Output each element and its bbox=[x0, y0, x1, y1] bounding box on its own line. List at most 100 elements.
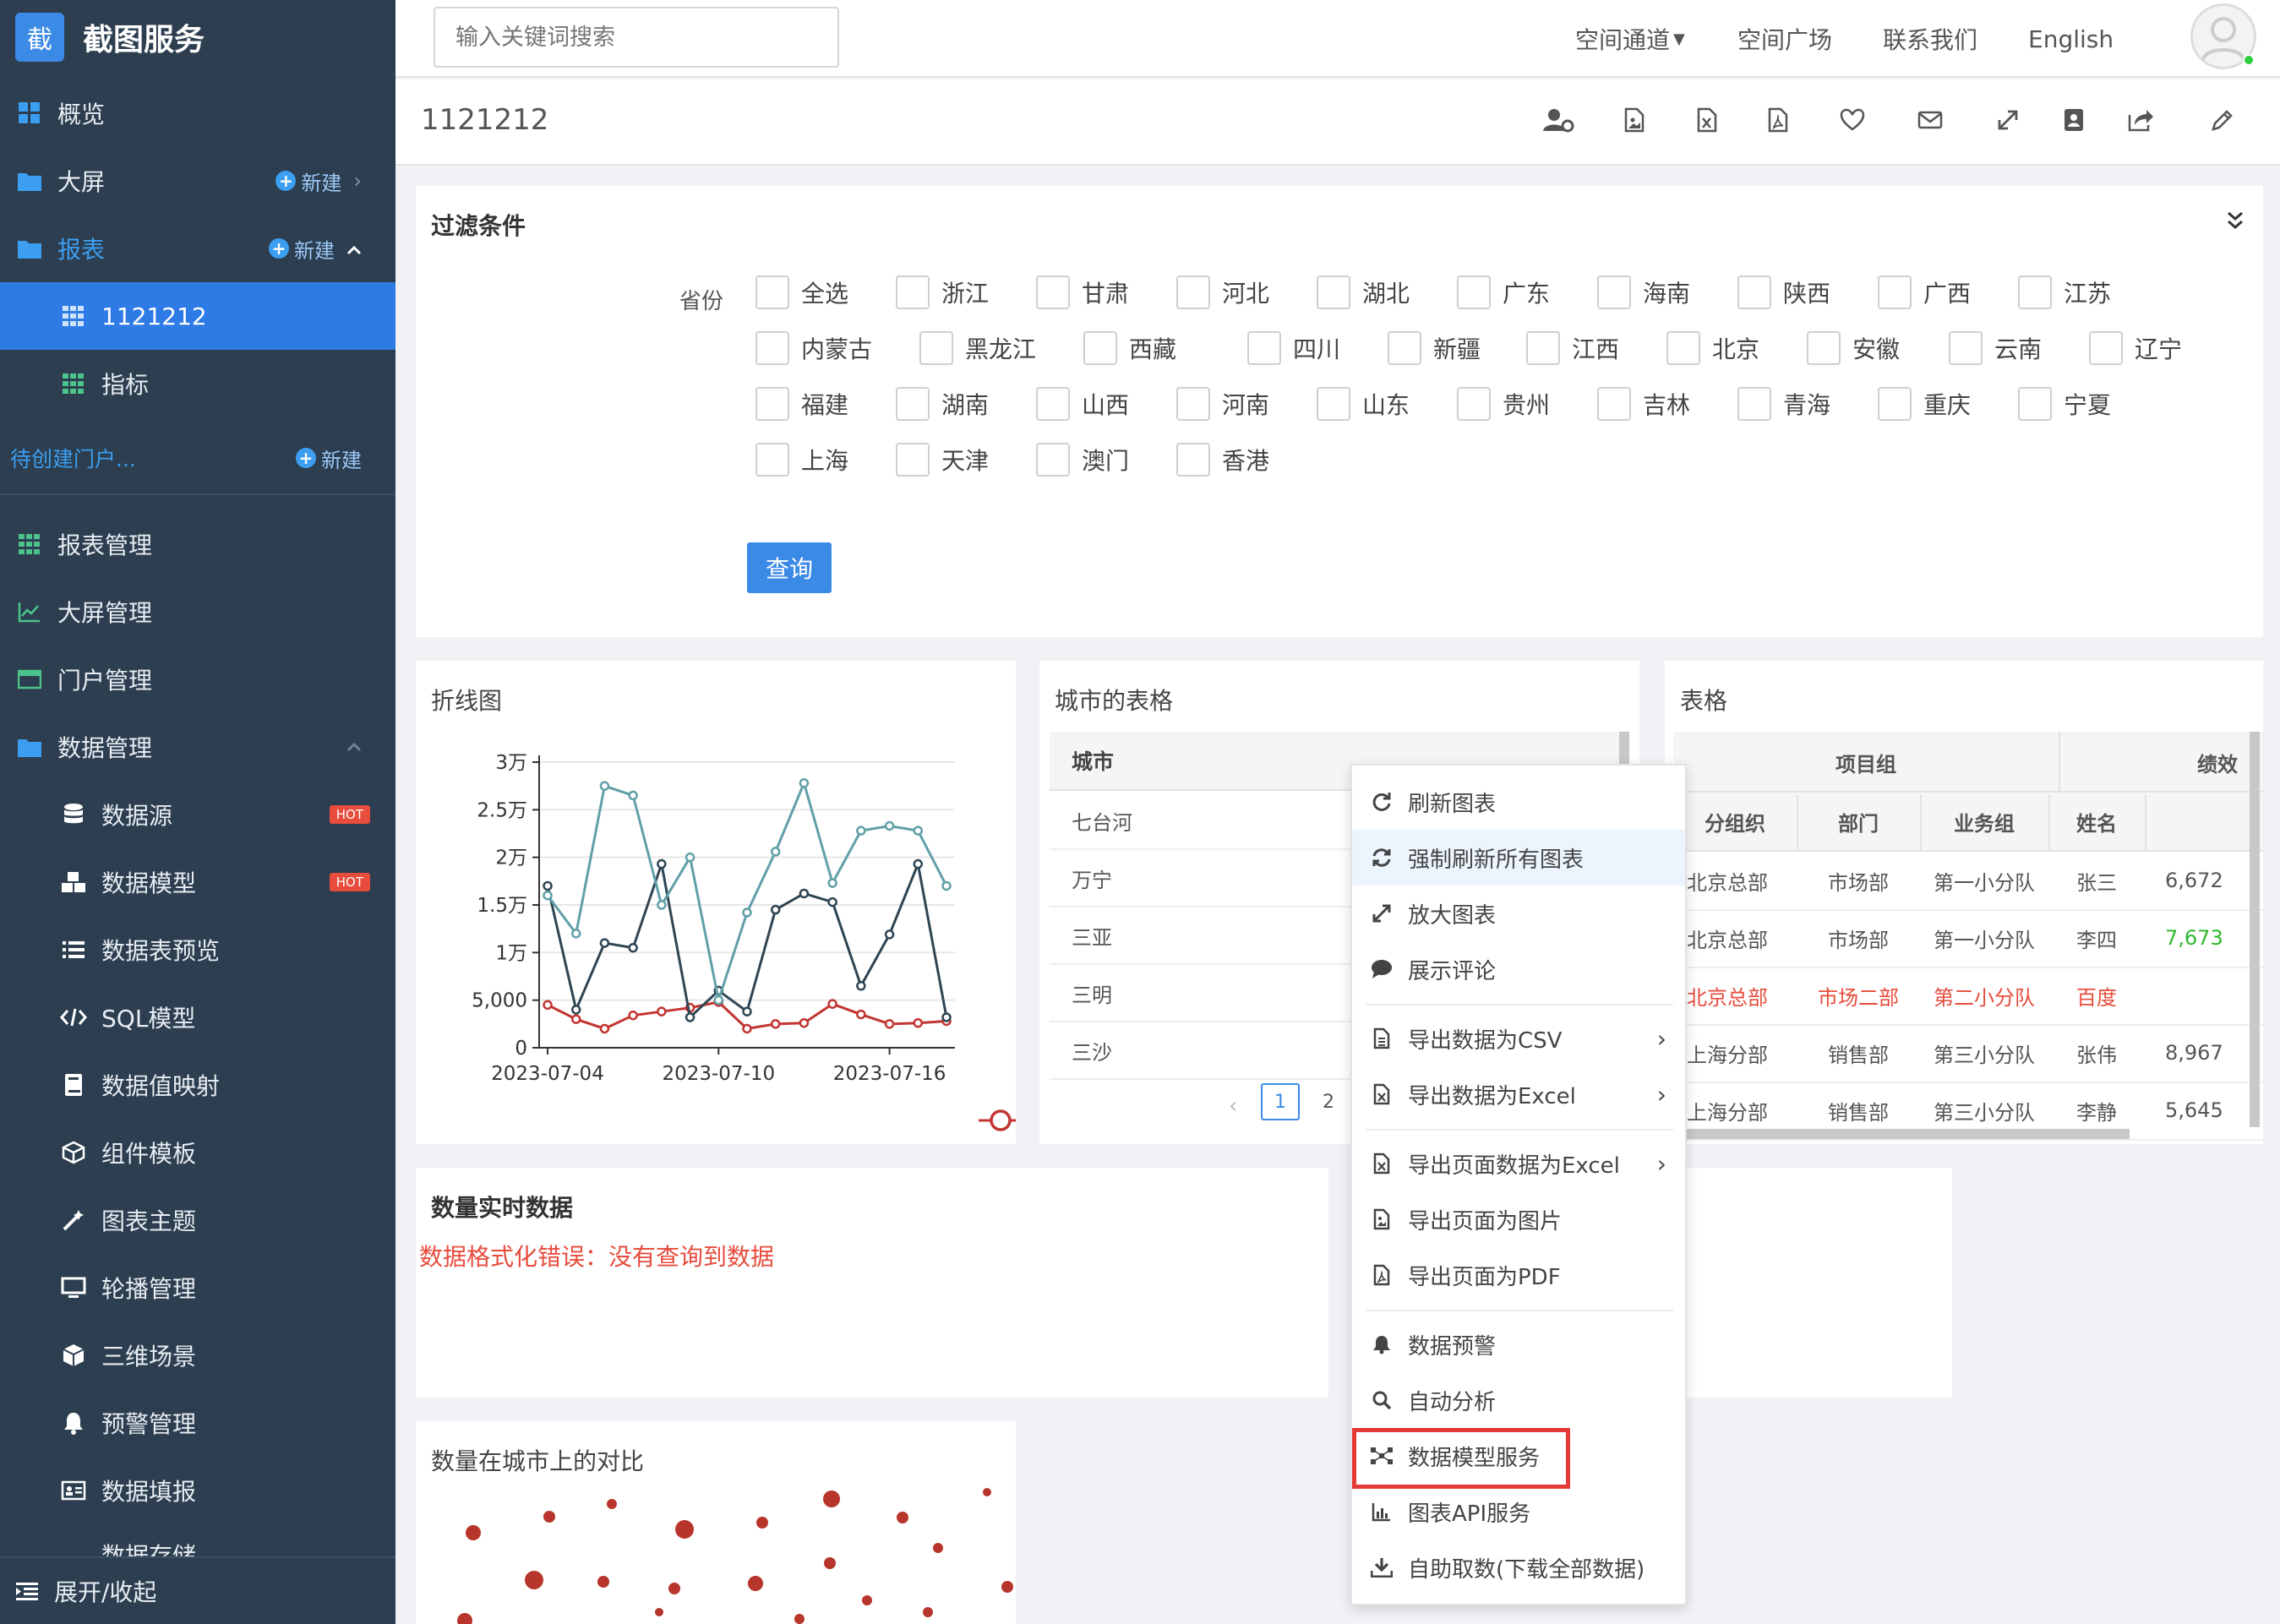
checkbox-box[interactable] bbox=[1176, 275, 1210, 309]
sidebar-toggle[interactable]: 展开/收起 bbox=[0, 1556, 395, 1624]
expand-icon[interactable] bbox=[1991, 103, 2025, 137]
sidebar-item-report[interactable]: 报表 + 新建 bbox=[0, 215, 395, 282]
new-bigscreen-button[interactable]: + 新建 › bbox=[275, 166, 362, 196]
logo[interactable]: 截 截图服务 bbox=[15, 12, 205, 63]
province-checkbox[interactable]: 香港 bbox=[1176, 443, 1269, 477]
checkbox-box[interactable] bbox=[755, 331, 789, 365]
sidebar-item-bigscreen[interactable]: 大屏 + 新建 › bbox=[0, 147, 395, 215]
menu-self-service-download[interactable]: 自助取数(下载全部数据) bbox=[1352, 1540, 1685, 1595]
checkbox-box[interactable] bbox=[919, 331, 953, 365]
province-checkbox[interactable]: 江西 bbox=[1526, 331, 1619, 365]
sidebar-item-component-template[interactable]: 组件模板 bbox=[0, 1119, 395, 1186]
sidebar-item-table-preview[interactable]: 数据表预览 bbox=[0, 916, 395, 984]
sidebar-item-datasource[interactable]: 数据源 HOT bbox=[0, 781, 395, 848]
checkbox-box[interactable] bbox=[1317, 387, 1350, 421]
sidebar-item-data-fill[interactable]: 数据填报 bbox=[0, 1457, 395, 1524]
checkbox-box[interactable] bbox=[896, 443, 930, 477]
menu-enlarge-chart[interactable]: 放大图表 bbox=[1352, 886, 1685, 941]
column-header[interactable]: 部门 bbox=[1797, 793, 1920, 850]
checkbox-box[interactable] bbox=[1737, 387, 1771, 421]
checkbox-box[interactable] bbox=[1388, 331, 1421, 365]
checkbox-box[interactable] bbox=[1176, 443, 1210, 477]
chevron-up-icon[interactable] bbox=[346, 742, 362, 752]
province-checkbox[interactable]: 海南 bbox=[1597, 275, 1690, 309]
province-checkbox[interactable]: 四川 bbox=[1247, 331, 1340, 365]
sidebar-item-3d-scene[interactable]: 三维场景 bbox=[0, 1322, 395, 1389]
menu-show-comments[interactable]: 展示评论 bbox=[1352, 941, 1685, 997]
sidebar-item-portal-pending[interactable]: 待创建门户... + 新建 bbox=[0, 424, 395, 492]
checkbox-box[interactable] bbox=[1526, 331, 1560, 365]
province-checkbox[interactable]: 新疆 bbox=[1388, 331, 1481, 365]
province-checkbox[interactable]: 吉林 bbox=[1597, 387, 1690, 421]
nav-space-square[interactable]: 空间广场 bbox=[1737, 0, 1832, 78]
sidebar-item-datamodel[interactable]: 数据模型 HOT bbox=[0, 848, 395, 916]
province-checkbox[interactable]: 安徽 bbox=[1807, 331, 1900, 365]
mail-icon[interactable] bbox=[1913, 103, 1947, 137]
search-input[interactable] bbox=[434, 7, 839, 68]
menu-export-csv[interactable]: 导出数据为CSV › bbox=[1352, 1011, 1685, 1066]
province-checkbox[interactable]: 浙江 bbox=[896, 275, 989, 309]
province-checkbox[interactable]: 辽宁 bbox=[2089, 331, 2182, 365]
province-checkbox[interactable]: 天津 bbox=[896, 443, 989, 477]
province-checkbox[interactable]: 澳门 bbox=[1036, 443, 1129, 477]
checkbox-box[interactable] bbox=[1597, 387, 1631, 421]
checkbox-box[interactable] bbox=[2018, 275, 2052, 309]
province-checkbox[interactable]: 山东 bbox=[1317, 387, 1410, 421]
collapse-icon[interactable] bbox=[2226, 210, 2245, 235]
column-header[interactable]: 分组织 bbox=[1673, 793, 1797, 850]
pagination-page-2[interactable]: 2 bbox=[1312, 1083, 1345, 1120]
checkbox-box[interactable] bbox=[1949, 331, 1983, 365]
pagination-page-1[interactable]: 1 bbox=[1261, 1083, 1300, 1120]
checkbox-box[interactable] bbox=[1036, 443, 1070, 477]
column-header[interactable]: 业务组 bbox=[1920, 793, 2048, 850]
checkbox-box[interactable] bbox=[1807, 331, 1841, 365]
province-checkbox[interactable]: 全选 bbox=[755, 275, 848, 309]
sidebar-item-value-mapping[interactable]: 数据值映射 bbox=[0, 1051, 395, 1119]
sidebar-item-overview[interactable]: 概览 bbox=[0, 79, 395, 147]
province-checkbox[interactable]: 广西 bbox=[1878, 275, 1971, 309]
query-button[interactable]: 查询 bbox=[747, 542, 832, 593]
province-checkbox[interactable]: 福建 bbox=[755, 387, 848, 421]
sidebar-item-bigscreen-mgmt[interactable]: 大屏管理 bbox=[0, 578, 395, 646]
checkbox-box[interactable] bbox=[896, 275, 930, 309]
checkbox-box[interactable] bbox=[1878, 387, 1912, 421]
province-checkbox[interactable]: 贵州 bbox=[1457, 387, 1550, 421]
province-checkbox[interactable]: 湖南 bbox=[896, 387, 989, 421]
menu-export-excel[interactable]: 导出数据为Excel › bbox=[1352, 1066, 1685, 1122]
province-checkbox[interactable]: 广东 bbox=[1457, 275, 1550, 309]
province-checkbox[interactable]: 江苏 bbox=[2018, 275, 2111, 309]
checkbox-box[interactable] bbox=[1597, 275, 1631, 309]
pagination-prev-icon[interactable]: ‹ bbox=[1229, 1093, 1237, 1119]
menu-force-refresh-all[interactable]: 强制刷新所有图表 bbox=[1352, 830, 1685, 886]
checkbox-box[interactable] bbox=[755, 275, 789, 309]
province-checkbox[interactable]: 甘肃 bbox=[1036, 275, 1129, 309]
sidebar-item-chart-theme[interactable]: 图表主题 bbox=[0, 1186, 395, 1254]
user-settings-icon[interactable] bbox=[1541, 103, 1575, 137]
scatter-chart[interactable] bbox=[416, 1421, 1016, 1624]
sidebar-item-truncated[interactable]: 数据存储 bbox=[0, 1524, 395, 1558]
menu-export-page-pdf[interactable]: 导出页面为PDF bbox=[1352, 1247, 1685, 1303]
sidebar-item-portal-mgmt[interactable]: 门户管理 bbox=[0, 646, 395, 713]
checkbox-box[interactable] bbox=[1457, 387, 1491, 421]
province-checkbox[interactable]: 西藏 bbox=[1083, 331, 1176, 365]
horizontal-scrollbar[interactable] bbox=[1673, 1129, 2130, 1139]
menu-chart-api-service[interactable]: 图表API服务 bbox=[1352, 1484, 1685, 1540]
checkbox-box[interactable] bbox=[755, 443, 789, 477]
province-checkbox[interactable]: 河北 bbox=[1176, 275, 1269, 309]
menu-auto-analysis[interactable]: 自动分析 bbox=[1352, 1372, 1685, 1428]
nav-space-channel[interactable]: 空间通道 ▼ bbox=[1575, 0, 1685, 78]
checkbox-box[interactable] bbox=[1737, 275, 1771, 309]
checkbox-box[interactable] bbox=[1176, 387, 1210, 421]
checkbox-box[interactable] bbox=[1878, 275, 1912, 309]
sidebar-item-data-mgmt[interactable]: 数据管理 bbox=[0, 713, 395, 781]
checkbox-box[interactable] bbox=[2018, 387, 2052, 421]
menu-refresh-chart[interactable]: 刷新图表 bbox=[1352, 774, 1685, 830]
province-checkbox[interactable]: 内蒙古 bbox=[755, 331, 872, 365]
vertical-scrollbar[interactable] bbox=[2250, 732, 2260, 1127]
column-header[interactable]: 姓名 bbox=[2048, 793, 2145, 850]
nav-contact[interactable]: 联系我们 bbox=[1883, 0, 1977, 78]
checkbox-box[interactable] bbox=[1666, 331, 1700, 365]
checkbox-box[interactable] bbox=[1457, 275, 1491, 309]
province-checkbox[interactable]: 宁夏 bbox=[2018, 387, 2111, 421]
sidebar-item-sql-model[interactable]: SQL模型 bbox=[0, 984, 395, 1051]
